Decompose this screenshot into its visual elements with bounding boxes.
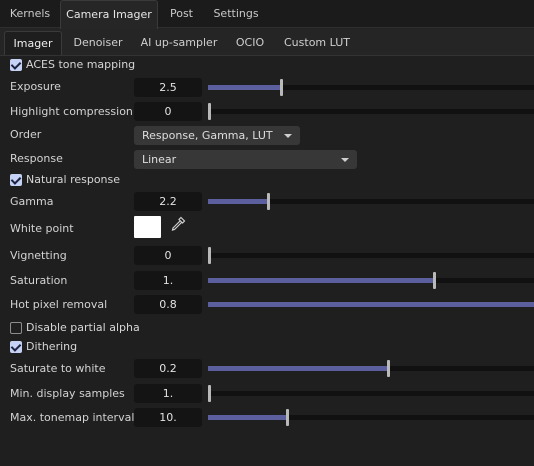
aces-checkbox[interactable] [10, 59, 22, 71]
hot-pixel-slider-fill [208, 302, 534, 307]
saturate-white-slider[interactable] [208, 360, 534, 377]
saturation-label: Saturation [10, 274, 68, 287]
gamma-slider[interactable] [208, 193, 534, 210]
main-tab-bar: Kernels Camera Imager Post Settings [0, 0, 534, 29]
saturate-white-slider-handle[interactable] [387, 360, 390, 377]
tab-kernels[interactable]: Kernels [0, 0, 60, 28]
min-samples-label: Min. display samples [10, 387, 125, 400]
tab-camera-imager[interactable]: Camera Imager [60, 0, 158, 29]
exposure-slider[interactable] [208, 79, 534, 96]
highlight-slider-handle[interactable] [208, 103, 211, 120]
eyedropper-icon[interactable] [170, 216, 186, 232]
white-point-swatch[interactable] [134, 216, 161, 238]
exposure-input[interactable]: 2.5 [134, 78, 202, 97]
gamma-slider-fill [208, 199, 267, 204]
saturate-white-label: Saturate to white [10, 362, 106, 375]
exposure-slider-handle[interactable] [280, 79, 283, 96]
saturation-slider-fill [208, 278, 433, 283]
saturate-white-slider-fill [208, 366, 387, 371]
exposure-label: Exposure [10, 80, 61, 93]
subtab-ai-upsampler[interactable]: AI up-sampler [136, 31, 222, 55]
gamma-slider-handle[interactable] [267, 193, 270, 210]
subtab-imager[interactable]: Imager [4, 31, 62, 55]
highlight-input[interactable]: 0 [134, 102, 202, 121]
natural-response-checkbox[interactable] [10, 174, 22, 186]
response-value: Linear [142, 153, 177, 166]
max-tonemap-slider[interactable] [208, 409, 534, 426]
subtab-denoiser[interactable]: Denoiser [66, 31, 130, 55]
max-tonemap-label: Max. tonemap interval [10, 411, 135, 424]
response-dropdown[interactable]: Linear [134, 150, 357, 169]
subtab-custom-lut[interactable]: Custom LUT [280, 31, 354, 55]
saturation-slider-handle[interactable] [433, 272, 436, 289]
partial-alpha-checkbox[interactable] [10, 322, 22, 334]
white-point-label: White point [10, 222, 74, 235]
tab-settings[interactable]: Settings [205, 0, 267, 28]
gamma-label: Gamma [10, 195, 54, 208]
hot-pixel-slider[interactable] [208, 302, 534, 307]
max-tonemap-slider-handle[interactable] [286, 409, 289, 426]
exposure-slider-fill [208, 85, 280, 90]
min-samples-slider[interactable] [208, 385, 534, 402]
hot-pixel-label: Hot pixel removal [10, 298, 108, 311]
min-samples-input[interactable]: 1. [134, 384, 202, 403]
response-label: Response [10, 152, 63, 165]
min-samples-slider-handle[interactable] [208, 385, 211, 402]
vignetting-input[interactable]: 0 [134, 246, 202, 265]
gamma-input[interactable]: 2.2 [134, 192, 202, 211]
saturation-slider[interactable] [208, 272, 534, 289]
subtab-ocio[interactable]: OCIO [228, 31, 272, 55]
max-tonemap-input[interactable]: 10. [134, 408, 202, 427]
max-tonemap-slider-fill [208, 415, 286, 420]
vignetting-slider-handle[interactable] [208, 247, 211, 264]
saturation-input[interactable]: 1. [134, 271, 202, 290]
sub-tab-bar: Imager Denoiser AI up-sampler OCIO Custo… [0, 29, 534, 55]
imager-panel: ACES tone mapping Exposure 2.5 Highlight… [0, 55, 534, 466]
highlight-slider[interactable] [208, 103, 534, 120]
chevron-down-icon [284, 134, 292, 138]
partial-alpha-label: Disable partial alpha [26, 321, 140, 334]
saturate-white-input[interactable]: 0.2 [134, 359, 202, 378]
vignetting-label: Vignetting [10, 249, 67, 262]
order-label: Order [10, 128, 42, 141]
tab-post[interactable]: Post [158, 0, 205, 28]
dithering-label: Dithering [26, 340, 78, 353]
highlight-label: Highlight compression [10, 105, 133, 118]
order-value: Response, Gamma, LUT [142, 129, 273, 142]
order-dropdown[interactable]: Response, Gamma, LUT [134, 126, 300, 145]
dithering-checkbox[interactable] [10, 341, 22, 353]
vignetting-slider[interactable] [208, 247, 534, 264]
natural-response-label: Natural response [26, 173, 121, 186]
hot-pixel-input[interactable]: 0.8 [134, 295, 202, 314]
chevron-down-icon [341, 158, 349, 162]
aces-label: ACES tone mapping [26, 58, 136, 71]
